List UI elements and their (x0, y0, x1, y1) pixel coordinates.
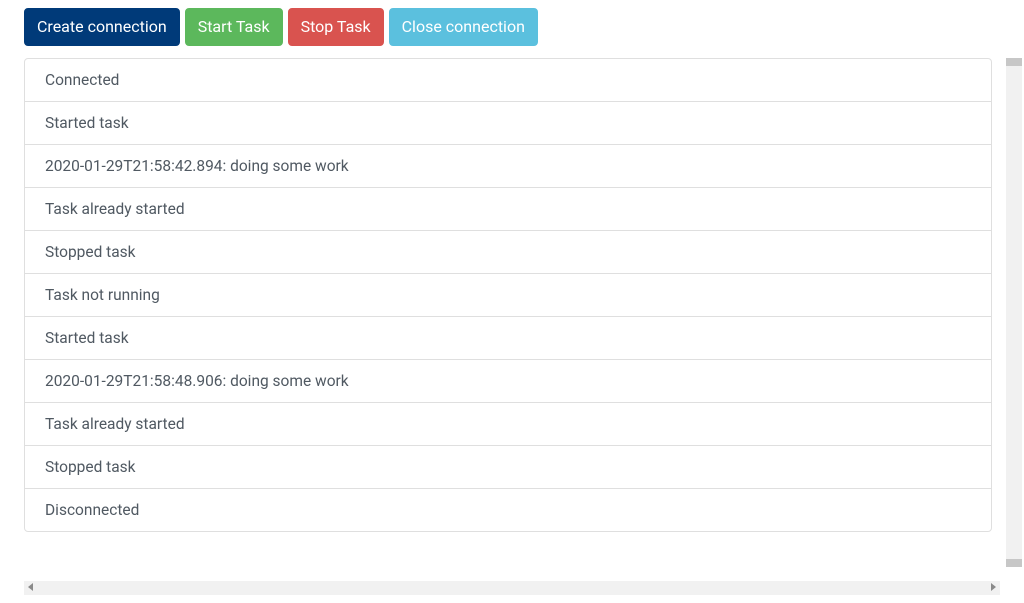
scroll-thumb-bottom (1006, 559, 1022, 567)
list-item: Connected (25, 59, 991, 102)
list-item: 2020-01-29T21:58:48.906: doing some work (25, 360, 991, 403)
list-item: Stopped task (25, 446, 991, 489)
list-item: Stopped task (25, 231, 991, 274)
list-item: Task already started (25, 403, 991, 446)
list-item: Task not running (25, 274, 991, 317)
list-item: Started task (25, 317, 991, 360)
stop-task-button[interactable]: Stop Task (288, 8, 384, 46)
scroll-left-arrow-icon (28, 583, 33, 591)
scroll-thumb-top (1006, 58, 1022, 66)
list-item: Started task (25, 102, 991, 145)
list-item: 2020-01-29T21:58:42.894: doing some work (25, 145, 991, 188)
vertical-scrollbar[interactable] (1006, 58, 1022, 567)
log-list: Connected Started task 2020-01-29T21:58:… (24, 58, 992, 532)
create-connection-button[interactable]: Create connection (24, 8, 180, 46)
toolbar: Create connection Start Task Stop Task C… (24, 8, 1000, 46)
list-item: Disconnected (25, 489, 991, 531)
horizontal-scrollbar[interactable] (24, 581, 1000, 595)
list-item: Task already started (25, 188, 991, 231)
start-task-button[interactable]: Start Task (185, 8, 283, 46)
scroll-right-arrow-icon (991, 583, 996, 591)
close-connection-button[interactable]: Close connection (389, 8, 538, 46)
